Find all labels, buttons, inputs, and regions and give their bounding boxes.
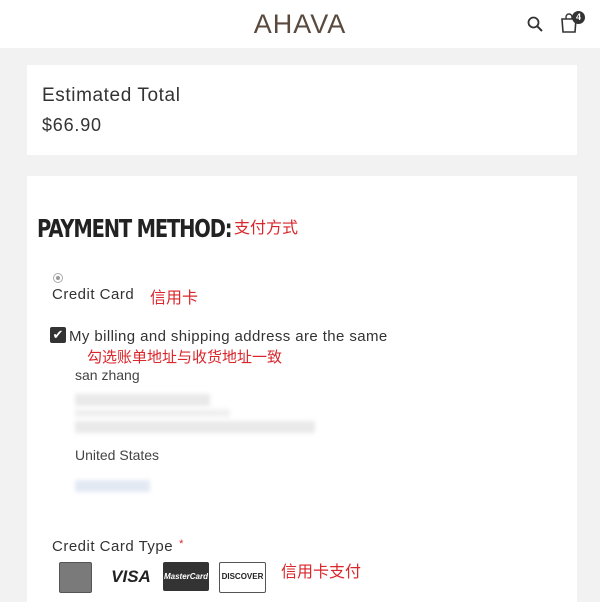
billing-same-checkbox[interactable]: ✔ [50, 327, 66, 343]
site-header: AHAVA 4 [0, 0, 600, 48]
blurred-phone [75, 480, 150, 492]
address-country: United States [75, 447, 160, 463]
payment-method-card: PAYMENT METHOD: 支付方式 Credit Card 信用卡 ✔ M… [27, 176, 577, 602]
billing-same-label[interactable]: My billing and shipping address are the … [69, 328, 388, 345]
amex-card-icon[interactable] [59, 562, 92, 593]
credit-card-type-label: Credit Card Type * [52, 538, 184, 555]
ahava-logo[interactable]: AHAVA [0, 9, 600, 40]
estimated-total-value: $66.90 [42, 115, 102, 135]
mastercard-card-icon[interactable]: MasterCard [163, 562, 209, 591]
billing-same-annotation: 勾选账单地址与收货地址一致 [87, 348, 283, 366]
payment-method-annotation: 支付方式 [234, 218, 299, 237]
payment-method-title: PAYMENT METHOD: [37, 214, 233, 243]
credit-card-type-text: Credit Card Type [52, 538, 174, 555]
visa-card-icon[interactable]: VISA [109, 562, 153, 591]
credit-card-annotation: 信用卡 [150, 288, 199, 307]
order-summary-card: Estimated Total $66.90 [27, 65, 577, 155]
required-marker: * [179, 538, 184, 550]
credit-card-radio[interactable] [53, 273, 63, 283]
blurred-address-line [75, 394, 210, 406]
search-icon[interactable] [527, 16, 543, 32]
cart-count-badge: 4 [572, 11, 585, 24]
estimated-total-label: Estimated Total [42, 85, 181, 106]
card-type-annotation: 信用卡支付 [281, 562, 362, 581]
blurred-address-line [75, 421, 315, 433]
address-name: san zhang [75, 367, 140, 383]
blurred-address-line [75, 409, 230, 417]
discover-card-icon[interactable]: DISCOVER [219, 562, 266, 593]
credit-card-label[interactable]: Credit Card [52, 286, 134, 303]
